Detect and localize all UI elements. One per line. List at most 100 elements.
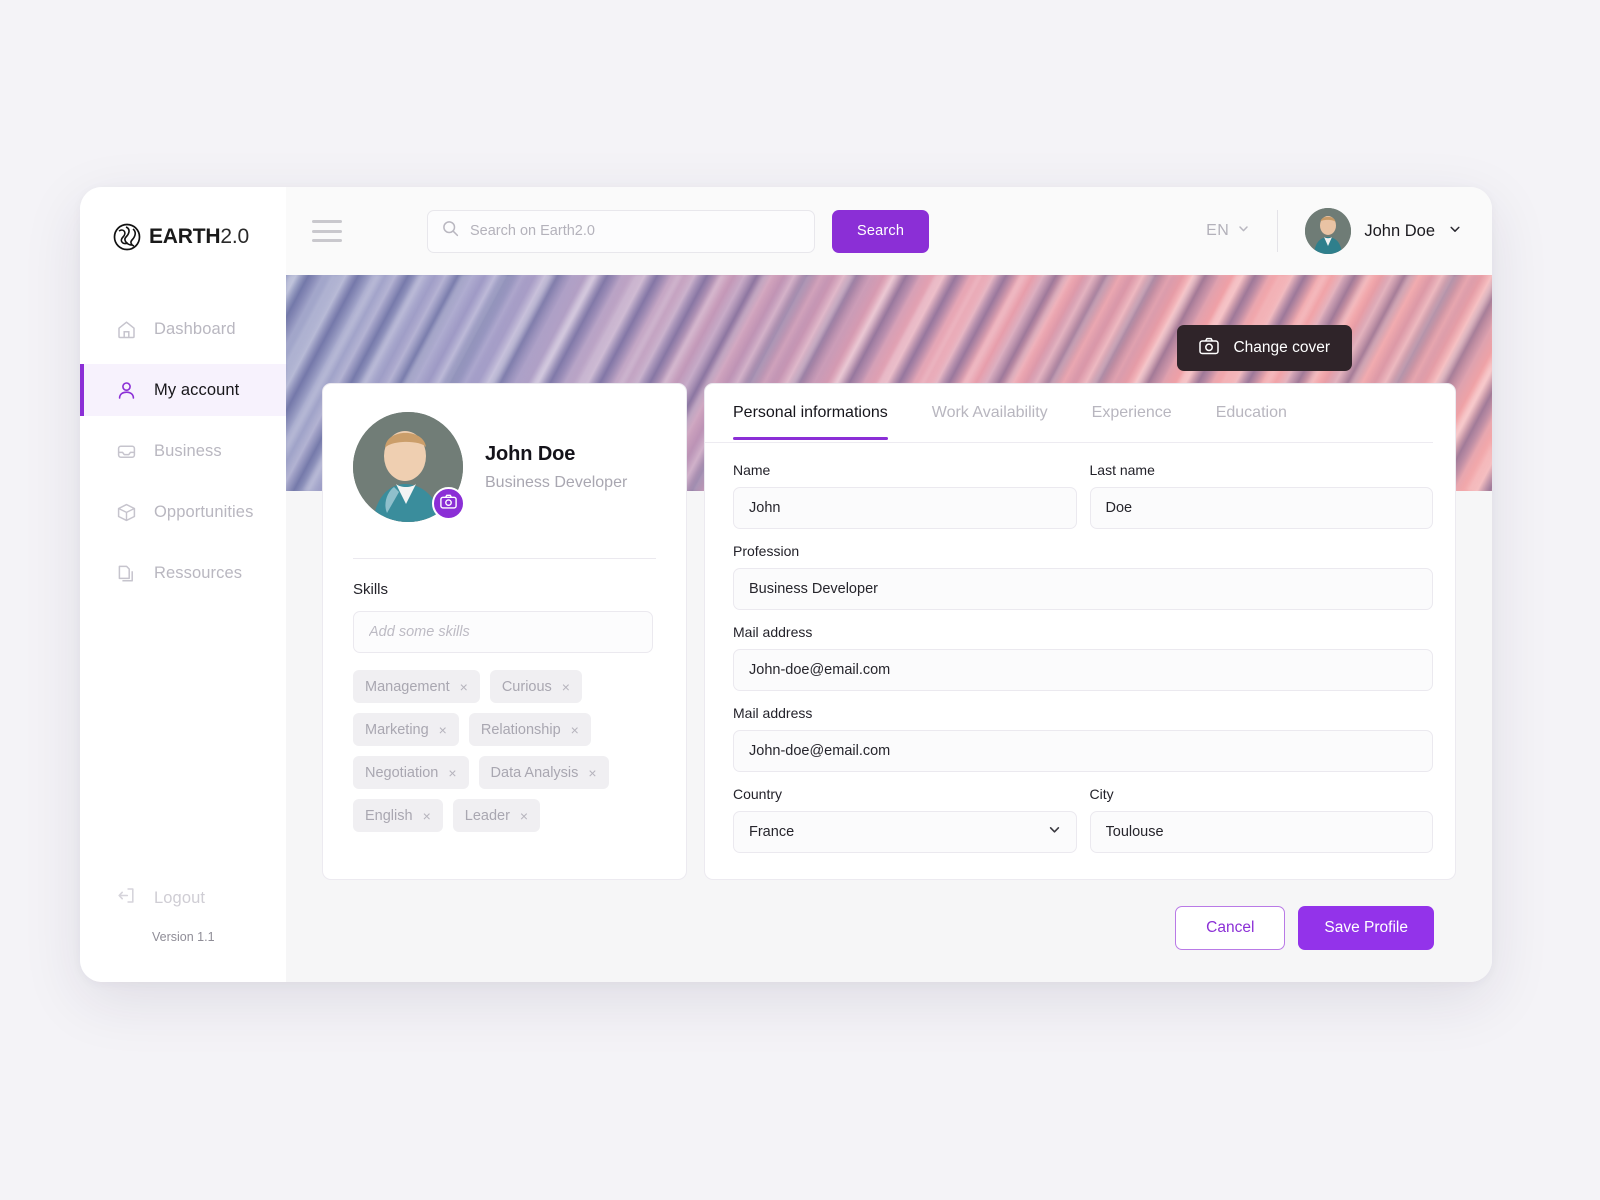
logout-button[interactable]: Logout (80, 878, 286, 918)
last-name-label: Last name (1089, 462, 1155, 478)
close-icon[interactable]: × (439, 723, 447, 737)
last-name-input[interactable] (1089, 487, 1433, 529)
profile-header: John Doe Business Developer (353, 412, 656, 522)
sidebar-item-label: Ressources (154, 563, 243, 582)
close-icon[interactable]: × (588, 766, 596, 780)
location-row: Country City (733, 786, 1433, 867)
sidebar-item-business[interactable]: Business (80, 425, 286, 477)
documents-icon (116, 563, 137, 584)
profile-role: Business Developer (485, 473, 628, 491)
mail-address-2-label: Mail address (733, 705, 813, 721)
profile-card: John Doe Business Developer Skills Manag… (322, 383, 687, 880)
search-box[interactable] (427, 209, 815, 253)
hamburger-bar (312, 239, 342, 242)
skill-chip[interactable]: Management × (353, 670, 480, 703)
skill-chip-label: English (365, 807, 413, 824)
close-icon[interactable]: × (460, 680, 468, 694)
skill-chip-label: Leader (464, 807, 510, 824)
camera-icon (440, 494, 457, 514)
brand-logo[interactable]: EARTH2.0 (80, 187, 286, 261)
app-window: EARTH2.0 Dashboard My account Business O… (80, 187, 1492, 982)
globe-icon (112, 222, 142, 252)
skill-chip-label: Marketing (365, 721, 429, 738)
profile-identity: John Doe Business Developer (485, 443, 627, 492)
search-area: Search (427, 209, 930, 253)
language-label: EN (1206, 222, 1230, 239)
sidebar-item-label: Opportunities (154, 502, 254, 521)
skill-chip-label: Data Analysis (490, 764, 579, 781)
change-cover-button[interactable]: Change cover (1177, 325, 1352, 371)
close-icon[interactable]: × (423, 809, 431, 823)
close-icon[interactable]: × (571, 723, 579, 737)
sidebar-item-label: Business (154, 441, 222, 460)
skill-chip-label: Negotiation (365, 764, 439, 781)
skill-chip[interactable]: Leader × (452, 799, 541, 832)
sidebar: EARTH2.0 Dashboard My account Business O… (80, 187, 286, 982)
country-field-group: Country (733, 786, 1077, 853)
cancel-button[interactable]: Cancel (1175, 906, 1286, 950)
search-button[interactable]: Search (832, 209, 930, 253)
tab-personal-informations[interactable]: Personal informations (733, 384, 888, 440)
country-select[interactable] (733, 811, 1077, 853)
skill-chip[interactable]: Marketing × (353, 713, 459, 746)
change-photo-button[interactable] (432, 487, 465, 520)
topbar-divider (1277, 210, 1279, 252)
city-input[interactable] (1089, 811, 1433, 853)
mail-address-2-input[interactable] (733, 730, 1433, 772)
sidebar-item-dashboard[interactable]: Dashboard (80, 303, 286, 355)
tab-work-availability[interactable]: Work Availability (932, 384, 1048, 439)
sidebar-nav: Dashboard My account Business Opportunit… (80, 303, 286, 608)
close-icon[interactable]: × (520, 809, 528, 823)
profession-label: Profession (733, 543, 800, 559)
hamburger-bar (312, 220, 342, 223)
sidebar-item-my-account[interactable]: My account (80, 364, 286, 416)
sidebar-item-opportunities[interactable]: Opportunities (80, 486, 286, 538)
sidebar-item-ressources[interactable]: Ressources (80, 547, 286, 599)
chevron-down-icon (1237, 222, 1250, 240)
save-profile-button[interactable]: Save Profile (1298, 906, 1434, 950)
tab-education[interactable]: Education (1216, 384, 1287, 439)
logout-label: Logout (154, 888, 206, 907)
profile-avatar-wrap (353, 412, 465, 522)
user-icon (116, 380, 137, 401)
sidebar-item-label: My account (154, 380, 240, 399)
close-icon[interactable]: × (448, 766, 456, 780)
topbar: Search EN (286, 187, 1492, 275)
skill-chip[interactable]: Negotiation × (353, 756, 469, 789)
avatar (1305, 208, 1352, 254)
content-area: John Doe Business Developer Skills Manag… (286, 383, 1492, 982)
hamburger-icon[interactable] (312, 220, 342, 242)
change-cover-label: Change cover (1233, 339, 1330, 356)
user-menu[interactable]: John Doe (1305, 208, 1462, 254)
skills-chip-list: Management × Curious × Marketing × Relation… (353, 670, 673, 832)
skills-label: Skills (353, 581, 389, 598)
home-icon (116, 319, 137, 340)
name-input[interactable] (733, 487, 1077, 529)
mail-address-2-field-group: Mail address (733, 705, 1433, 772)
tab-bar: Personal informations Work Availability … (705, 384, 1433, 443)
skill-chip[interactable]: English × (353, 799, 443, 832)
skill-chip[interactable]: Relationship × (468, 713, 591, 746)
mail-address-1-input[interactable] (733, 649, 1433, 691)
topbar-right: EN John Doe (1206, 208, 1462, 254)
name-field-group: Name (733, 462, 1077, 529)
form-body: Name Last name Profession (705, 443, 1433, 867)
tab-experience[interactable]: Experience (1092, 384, 1172, 439)
profession-field-group: Profession (733, 543, 1433, 610)
city-field-group: City (1089, 786, 1433, 853)
skill-chip[interactable]: Data Analysis × (478, 756, 609, 789)
skills-input[interactable] (353, 611, 653, 653)
sidebar-footer: Logout Version 1.1 (80, 878, 286, 982)
profession-input[interactable] (733, 568, 1433, 610)
user-name: John Doe (1364, 221, 1435, 240)
inbox-icon (116, 441, 137, 462)
camera-icon (1199, 337, 1220, 360)
box-icon (116, 502, 137, 523)
main-area: Search EN (286, 187, 1492, 982)
language-selector[interactable]: EN (1206, 222, 1250, 240)
skill-chip[interactable]: Curious × (489, 670, 582, 703)
panels: John Doe Business Developer Skills Manag… (322, 383, 1456, 880)
close-icon[interactable]: × (562, 680, 570, 694)
skill-chip-label: Curious (501, 678, 552, 695)
search-input[interactable] (470, 223, 800, 239)
